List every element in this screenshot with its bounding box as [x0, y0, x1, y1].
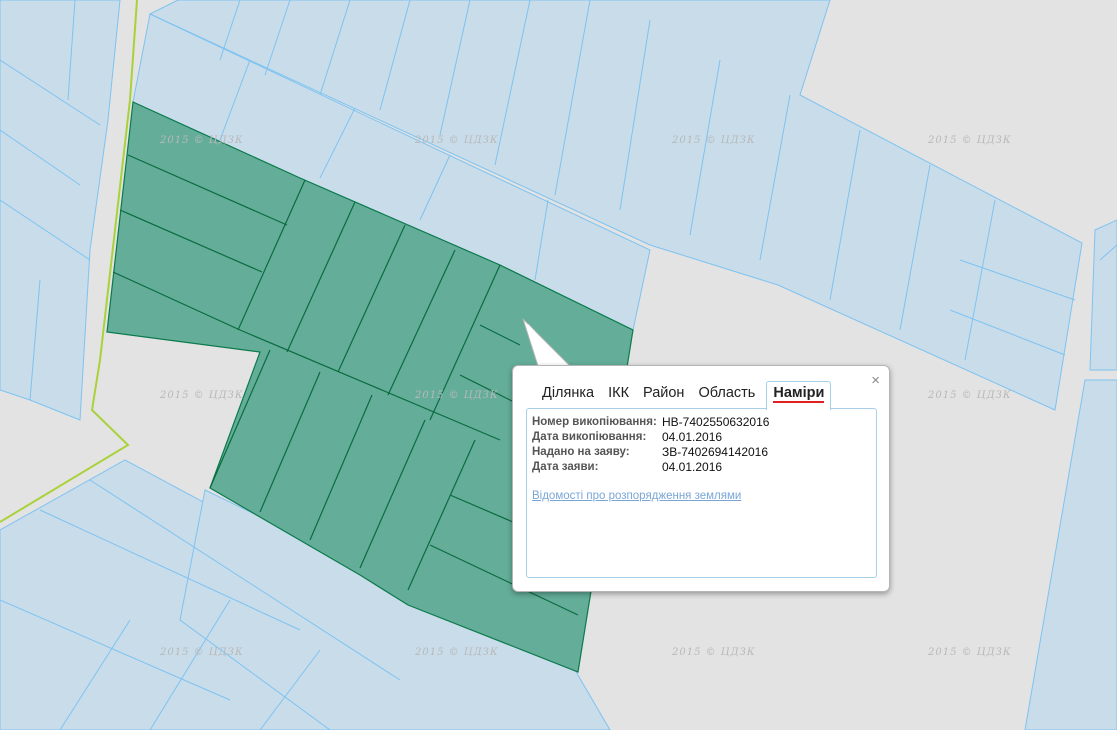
tab-namiry[interactable]: Наміри: [766, 381, 832, 410]
popup-pointer: [522, 318, 572, 367]
parcel-region-top-left[interactable]: [0, 0, 121, 421]
watermark: 2015 © ЦДЗК: [671, 647, 756, 658]
watermark: 2015 © ЦДЗК: [671, 135, 756, 146]
info-value: 04.01.2016: [662, 430, 723, 444]
info-row: Дата викопіювання: 04.01.2016: [532, 430, 769, 445]
info-value: НВ-7402550632016: [662, 415, 770, 429]
info-row: Надано на заяву: ЗВ-7402694142016: [532, 445, 769, 460]
watermark: 2015 © ЦДЗК: [159, 647, 244, 658]
watermark: 2015 © ЦДЗК: [414, 647, 499, 658]
info-key: Надано на заяву:: [532, 446, 630, 458]
tab-oblast[interactable]: Область: [691, 381, 762, 408]
watermark: 2015 © ЦДЗК: [927, 135, 1012, 146]
tab-panel: Номер викопіювання: НВ-7402550632016 Дат…: [526, 408, 877, 578]
land-disposal-info-link[interactable]: Відомості про розпорядження землями: [532, 490, 741, 502]
watermark: 2015 © ЦДЗК: [159, 390, 244, 401]
info-row: Дата заяви: 04.01.2016: [532, 460, 769, 475]
parcel-region-right-column[interactable]: [1089, 219, 1117, 371]
info-value: 04.01.2016: [662, 460, 723, 474]
popup-tabs: Ділянка ІКК Район Область Наміри: [535, 381, 832, 410]
watermark: 2015 © ЦДЗК: [927, 390, 1012, 401]
parcel-region-right-bottom[interactable]: [1024, 379, 1117, 730]
parcel-info-popup: × Ділянка ІКК Район Область Наміри Номер…: [512, 365, 890, 592]
info-table: Номер викопіювання: НВ-7402550632016 Дат…: [532, 415, 769, 475]
info-key: Номер викопіювання:: [532, 416, 657, 428]
info-key: Дата заяви:: [532, 461, 599, 473]
watermark: 2015 © ЦДЗК: [927, 647, 1012, 658]
tab-dilianka[interactable]: Ділянка: [535, 381, 601, 408]
watermark: 2015 © ЦДЗК: [414, 390, 499, 401]
watermark: 2015 © ЦДЗК: [414, 135, 499, 146]
info-key: Дата викопіювання:: [532, 431, 647, 443]
info-row: Номер викопіювання: НВ-7402550632016: [532, 415, 769, 430]
watermark: 2015 © ЦДЗК: [159, 135, 244, 146]
info-value: ЗВ-7402694142016: [662, 445, 769, 459]
tab-raion[interactable]: Район: [636, 381, 691, 408]
tab-namiry-label: Наміри: [773, 385, 825, 403]
tab-ikk[interactable]: ІКК: [601, 381, 636, 408]
close-icon[interactable]: ×: [871, 373, 880, 389]
